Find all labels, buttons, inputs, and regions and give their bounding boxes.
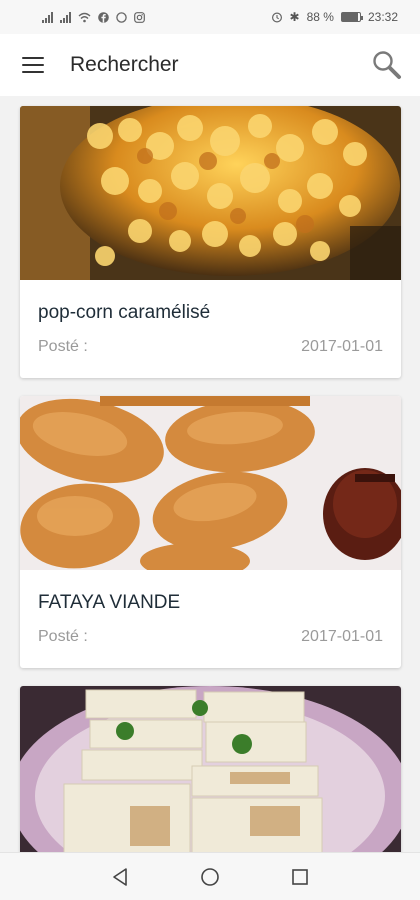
caramel-popcorn-photo xyxy=(20,106,401,280)
card-body: FATAYA VIANDE Posté : 2017-01-01 xyxy=(20,570,401,668)
signal-icon xyxy=(60,11,71,23)
signal-icon xyxy=(42,11,53,23)
post-card[interactable]: pop-corn caramélisé Posté : 2017-01-01 xyxy=(20,106,401,378)
app-bar: Rechercher xyxy=(0,34,420,96)
post-card[interactable] xyxy=(20,686,401,860)
menu-icon[interactable] xyxy=(22,57,44,73)
status-left-icons xyxy=(42,11,145,23)
wifi-icon xyxy=(78,12,91,22)
status-bar: ✱ 88 % 23:32 xyxy=(0,0,420,34)
fataya-pastries-photo xyxy=(20,396,401,570)
post-meta: Posté : 2017-01-01 xyxy=(38,324,383,378)
back-icon[interactable] xyxy=(109,866,131,888)
post-title: pop-corn caramélisé xyxy=(38,302,211,323)
status-right-icons: ✱ 88 % 23:32 xyxy=(271,10,398,24)
bluetooth-icon: ✱ xyxy=(289,10,300,24)
post-card[interactable]: FATAYA VIANDE Posté : 2017-01-01 xyxy=(20,396,401,668)
posted-label: Posté : xyxy=(38,338,88,355)
instagram-icon xyxy=(134,11,145,23)
system-nav-bar xyxy=(0,852,420,900)
battery-percent: 88 % xyxy=(306,10,334,24)
post-date: 2017-01-01 xyxy=(301,628,383,645)
post-feed: pop-corn caramélisé Posté : 2017-01-01 F… xyxy=(20,106,401,878)
card-body: pop-corn caramélisé Posté : 2017-01-01 xyxy=(20,280,401,378)
page-title: Rechercher xyxy=(70,53,179,76)
posted-label: Posté : xyxy=(38,628,88,645)
search-icon[interactable] xyxy=(370,48,404,82)
post-date: 2017-01-01 xyxy=(301,338,383,355)
status-time: 23:32 xyxy=(367,10,398,24)
home-icon[interactable] xyxy=(199,866,221,888)
facebook-icon xyxy=(98,11,109,23)
circle-icon xyxy=(116,11,127,23)
post-title: FATAYA VIANDE xyxy=(38,592,181,613)
battery-icon xyxy=(340,12,363,22)
post-meta: Posté : 2017-01-01 xyxy=(38,614,383,668)
alarm-icon xyxy=(271,12,282,23)
recents-icon[interactable] xyxy=(289,866,311,888)
folded-crepes-photo xyxy=(20,686,401,860)
